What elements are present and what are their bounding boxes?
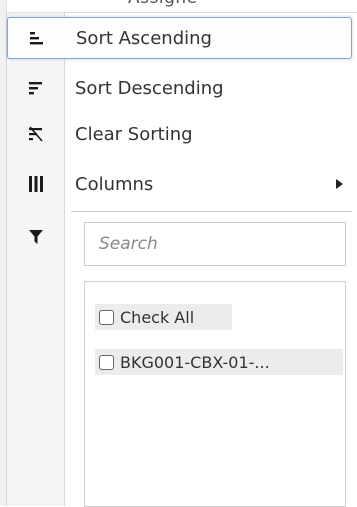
clear-sorting-item[interactable]: Clear Sorting bbox=[7, 113, 352, 155]
sort-descending-item[interactable]: Sort Descending bbox=[7, 67, 352, 109]
filter-item[interactable] bbox=[7, 221, 65, 257]
filter-value-list: Check All BKG001-CBX-01-... bbox=[84, 281, 346, 507]
columns-item[interactable]: Columns bbox=[7, 163, 352, 205]
column-menu: Sort Ascending Sort Descending Clear Sor… bbox=[6, 12, 357, 507]
clear-sorting-label: Clear Sorting bbox=[75, 123, 193, 145]
background-column-header: Assigne bbox=[128, 0, 198, 8]
check-all-label: Check All bbox=[120, 307, 195, 327]
menu-separator bbox=[71, 211, 352, 212]
sort-descending-label: Sort Descending bbox=[75, 77, 224, 99]
sort-ascending-item[interactable]: Sort Ascending bbox=[7, 17, 352, 59]
check-all-option[interactable]: Check All bbox=[95, 304, 232, 330]
columns-label: Columns bbox=[75, 173, 154, 195]
filter-option-checkbox[interactable] bbox=[99, 354, 114, 370]
filter-option[interactable]: BKG001-CBX-01-... bbox=[95, 349, 343, 375]
filter-search-input[interactable] bbox=[84, 222, 346, 266]
sort-descending-icon bbox=[7, 67, 65, 109]
filter-icon bbox=[28, 229, 44, 249]
filter-option-label: BKG001-CBX-01-... bbox=[120, 352, 270, 372]
clear-sorting-icon bbox=[7, 113, 65, 155]
sort-ascending-label: Sort Ascending bbox=[76, 27, 212, 49]
check-all-checkbox[interactable] bbox=[99, 309, 114, 325]
submenu-arrow-icon bbox=[336, 179, 343, 189]
columns-icon bbox=[7, 163, 65, 205]
sort-ascending-icon bbox=[8, 18, 66, 58]
